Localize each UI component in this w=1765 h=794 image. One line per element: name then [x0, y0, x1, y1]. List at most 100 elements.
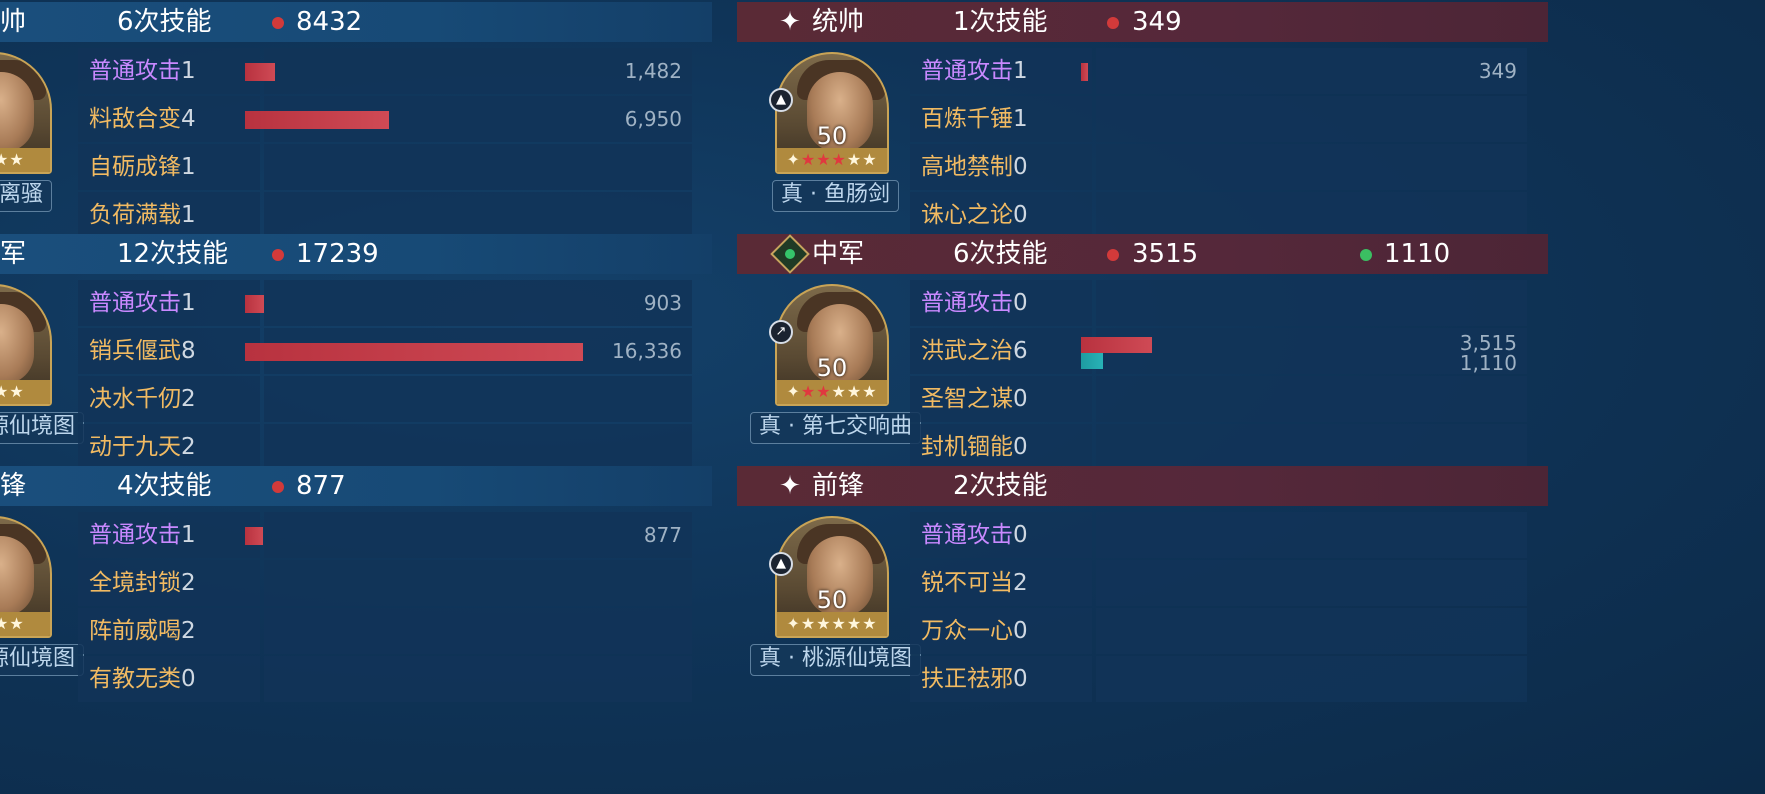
unit-block: 锋4次技能8770★★★★源仙境图普通攻击1877全境封锁2阵前威喝2有教无类0	[0, 464, 712, 702]
skill-trigger-count: 1	[181, 154, 196, 180]
unit-block: 军 12次技能 17239 0★★★★ 源仙境图 普通攻击1 903 销兵偃武8 16,336 决…	[0, 232, 712, 470]
skill-name: 洪武之治	[921, 338, 1013, 364]
damage-dot-icon	[272, 481, 284, 493]
damage-bar	[245, 63, 275, 81]
gear-tag[interactable]: 真 · 第七交响曲	[750, 412, 921, 444]
skill-row[interactable]: 决水千仞 2	[78, 376, 692, 422]
skill-name: 锐不可当	[921, 570, 1013, 596]
skill-trigger-count: 0	[1013, 386, 1028, 412]
gear-tag[interactable]: 源仙境图	[0, 412, 85, 444]
skill-trigger-count: 0	[1013, 290, 1028, 316]
cavalry-icon: ▲	[769, 552, 793, 576]
skill-row[interactable]: 普通攻击 1 1,482	[78, 48, 692, 94]
skill-name: 百炼千锤	[921, 106, 1013, 132]
skill-name: 有教无类	[89, 666, 181, 692]
skill-row[interactable]: 阵前威喝 2	[78, 608, 692, 654]
normal-attack-name: 普通攻击	[921, 58, 1013, 84]
skill-row[interactable]: 普通攻击 1 349	[910, 48, 1527, 94]
total-damage: 349	[1132, 7, 1182, 37]
normal-attack-name: 普通攻击	[89, 58, 181, 84]
skill-damage-value: 349	[1478, 59, 1517, 83]
skill-name: 高地禁制	[921, 154, 1013, 180]
skill-row[interactable]: 有教无类 0	[78, 656, 692, 702]
skill-trigger-count: 0	[1013, 522, 1028, 548]
portrait-frame: 0★★★★	[0, 284, 52, 406]
skill-row[interactable]: 锐不可当 2	[910, 560, 1527, 606]
skill-row[interactable]: 自砺成锋 1	[78, 144, 692, 190]
heal-bar	[1081, 353, 1103, 369]
skill-bar-cell	[1096, 280, 1527, 326]
gear-tag[interactable]: 源仙境图	[0, 644, 85, 676]
skill-trigger-count: 2	[1013, 570, 1028, 596]
gear-tag[interactable]: 真 · 桃源仙境图	[750, 644, 921, 676]
general-level: 0	[0, 354, 50, 382]
star-rating: ★★★★	[0, 612, 50, 636]
skill-bar-cell	[1096, 512, 1527, 558]
damage-bar	[245, 295, 264, 313]
skill-cast-count: 6次技能	[953, 239, 1048, 269]
skill-row[interactable]: 百炼千锤 1	[910, 96, 1527, 142]
skill-trigger-count: 0	[1013, 618, 1028, 644]
star-rating: ✦★★★★★	[777, 380, 887, 404]
portrait-frame: 0★★★★	[0, 52, 52, 174]
skill-row[interactable]: 全境封锁 2	[78, 560, 692, 606]
skill-row[interactable]: 圣智之谋 0	[910, 376, 1527, 422]
skill-row[interactable]: 洪武之治 6 3,515 1,110	[910, 328, 1527, 374]
skill-trigger-count: 2	[181, 618, 196, 644]
skill-name: 全境封锁	[89, 570, 181, 596]
gear-tag[interactable]: 离骚	[0, 180, 53, 212]
damage-dot-icon	[272, 249, 284, 261]
unit-header: ✦ 统帅 1次技能 349	[737, 2, 1548, 42]
position-label: 锋	[0, 471, 27, 501]
position-label: 中军	[812, 239, 865, 269]
general-portrait[interactable]: 0★★★★	[0, 516, 52, 638]
damage-bar	[245, 111, 389, 129]
damage-bar	[245, 527, 263, 545]
skill-bar-cell	[264, 280, 692, 326]
skill-trigger-count: 1	[1013, 58, 1028, 84]
skill-row[interactable]: 万众一心 0	[910, 608, 1527, 654]
position-label: 前锋	[812, 471, 865, 501]
unit-header: 帅 6次技能 8432	[0, 2, 712, 42]
unit-block: 帅6次技能84320★★★★离骚普通攻击11,482料敌合变46,950自砺成锋…	[0, 0, 712, 238]
skill-trigger-count: 2	[181, 570, 196, 596]
skill-bar-cell	[1096, 608, 1527, 654]
skill-row[interactable]: 销兵偃武 8 16,336	[78, 328, 692, 374]
skill-trigger-count: 0	[1013, 154, 1028, 180]
skill-row[interactable]: 料敌合变 4 6,950	[78, 96, 692, 142]
skill-trigger-count: 1	[1013, 106, 1028, 132]
general-portrait[interactable]: 0★★★★	[0, 284, 52, 406]
damage-bar	[1081, 337, 1152, 353]
skill-row[interactable]: 普通攻击 1 877	[78, 512, 692, 558]
unit-header: 锋 4次技能 877	[0, 466, 712, 506]
general-portrait[interactable]: 50 ✦★★★★★ ▲	[769, 516, 889, 638]
total-damage: 17239	[296, 239, 379, 269]
normal-attack-name: 普通攻击	[921, 290, 1013, 316]
gear-tag[interactable]: 真 · 鱼肠剑	[772, 180, 899, 212]
skill-bar-cell	[1096, 656, 1527, 702]
skill-row[interactable]: 扶正祛邪 0	[910, 656, 1527, 702]
skill-trigger-count: 1	[181, 290, 196, 316]
skill-row[interactable]: 高地禁制 0	[910, 144, 1527, 190]
skill-row[interactable]: 普通攻击 1 903	[78, 280, 692, 326]
general-portrait[interactable]: 50 ✦★★★★★ ↗	[769, 284, 889, 406]
skill-cast-count: 2次技能	[953, 471, 1048, 501]
general-portrait[interactable]: 0★★★★	[0, 52, 52, 174]
total-heal: 1110	[1384, 239, 1451, 269]
star-rating: ✦★★★★★	[777, 612, 887, 636]
skill-row[interactable]: 普通攻击 0	[910, 512, 1527, 558]
skill-cast-count: 6次技能	[117, 7, 212, 37]
general-portrait[interactable]: 50 ✦★★★★★ ▲	[769, 52, 889, 174]
skill-damage-value: 877	[643, 523, 682, 547]
skill-row[interactable]: 普通攻击 0	[910, 280, 1527, 326]
skill-cast-count: 12次技能	[117, 239, 229, 269]
unit-header: ✦ 前锋 2次技能	[737, 466, 1548, 506]
skill-trigger-count: 0	[181, 666, 196, 692]
skill-name: 销兵偃武	[89, 338, 181, 364]
skill-bar-cell	[264, 608, 692, 654]
unit-header: 军 12次技能 17239	[0, 234, 712, 274]
skill-name: 阵前威喝	[89, 618, 181, 644]
general-level: 50	[816, 586, 848, 614]
general-level: 50	[816, 354, 848, 382]
total-damage: 8432	[296, 7, 363, 37]
